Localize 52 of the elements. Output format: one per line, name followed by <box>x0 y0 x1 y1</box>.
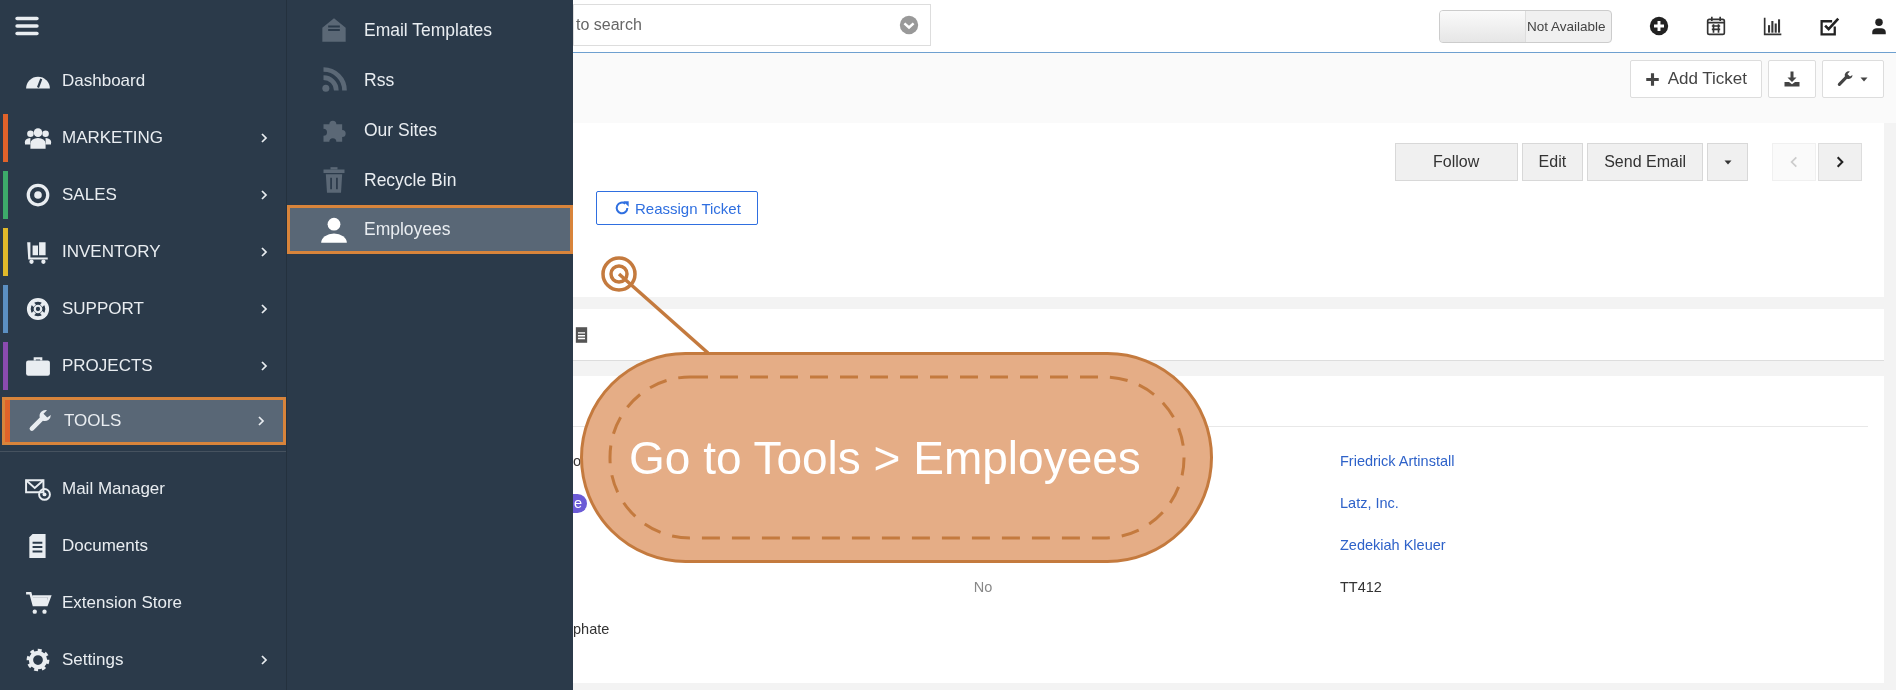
submenu-item[interactable]: Our Sites <box>287 105 573 155</box>
sidebar-item[interactable]: INVENTORY <box>0 223 286 280</box>
callout-text: Go to Tools > Employees <box>629 430 1141 485</box>
add-ticket-button[interactable]: Add Ticket <box>1629 60 1762 98</box>
rss-icon <box>319 66 349 94</box>
reassign-ticket-button[interactable]: Reassign Ticket <box>596 191 758 225</box>
sidebar-item[interactable]: Settings <box>0 631 286 688</box>
action-button[interactable]: Send Email <box>1587 143 1703 181</box>
settings-icon <box>24 646 52 673</box>
more-button[interactable] <box>1707 143 1748 181</box>
field-label: phate <box>573 621 610 637</box>
wrench-icon <box>26 408 54 434</box>
field-link[interactable]: Zedekiah Kleuer <box>1340 537 1446 553</box>
sidebar-item[interactable]: Extension Store <box>0 574 286 631</box>
calendar-icon <box>1705 16 1726 36</box>
user-icon <box>1870 16 1888 36</box>
refresh-icon <box>614 200 630 216</box>
submenu-item[interactable]: Employees <box>287 205 573 254</box>
sidebar-item[interactable]: PROJECTS <box>0 337 286 394</box>
field-link[interactable]: Friedrick Artinstall <box>1340 453 1455 469</box>
sidebar-item[interactable]: MARKETING <box>0 109 286 166</box>
download-icon <box>1783 70 1801 88</box>
action-button[interactable]: Follow <box>1394 143 1518 181</box>
action-button[interactable]: Edit <box>1521 143 1584 181</box>
sidebar-item[interactable]: Dashboard <box>0 52 286 109</box>
sidebar-item[interactable]: Mail Manager <box>0 460 286 517</box>
lifebuoy-icon <box>24 295 52 322</box>
next-button[interactable] <box>1818 143 1862 181</box>
status-badge: e <box>573 493 588 513</box>
field-value: TT412 <box>1340 579 1382 595</box>
sidebar-item[interactable]: SALES <box>0 166 286 223</box>
wrench-icon <box>1836 70 1854 88</box>
cart-icon <box>24 589 52 616</box>
envelope-icon <box>319 16 349 44</box>
search-field[interactable]: to search <box>573 4 931 46</box>
checkbox-icon <box>1819 15 1840 37</box>
submenu-item[interactable]: Recycle Bin <box>287 155 573 205</box>
field-value: No <box>973 579 993 595</box>
sidebar-item[interactable]: Documents <box>0 517 286 574</box>
bar-chart-icon <box>1762 16 1783 36</box>
tools-dropdown-button[interactable] <box>1822 60 1884 98</box>
plus-icon <box>1644 71 1660 87</box>
status-toggle[interactable]: Not Available <box>1439 9 1612 43</box>
sidebar-item[interactable]: SUPPORT <box>0 280 286 337</box>
field-link[interactable]: Latz, Inc. <box>1340 495 1399 511</box>
submenu-item[interactable]: Rss <box>287 55 573 105</box>
add-icon <box>1648 16 1669 36</box>
user-icon <box>319 215 349 244</box>
download-button[interactable] <box>1768 60 1816 98</box>
sidebar-item[interactable]: TOOLS <box>2 397 286 445</box>
submenu-item[interactable]: Email Templates <box>287 5 573 55</box>
target-icon <box>24 181 52 208</box>
